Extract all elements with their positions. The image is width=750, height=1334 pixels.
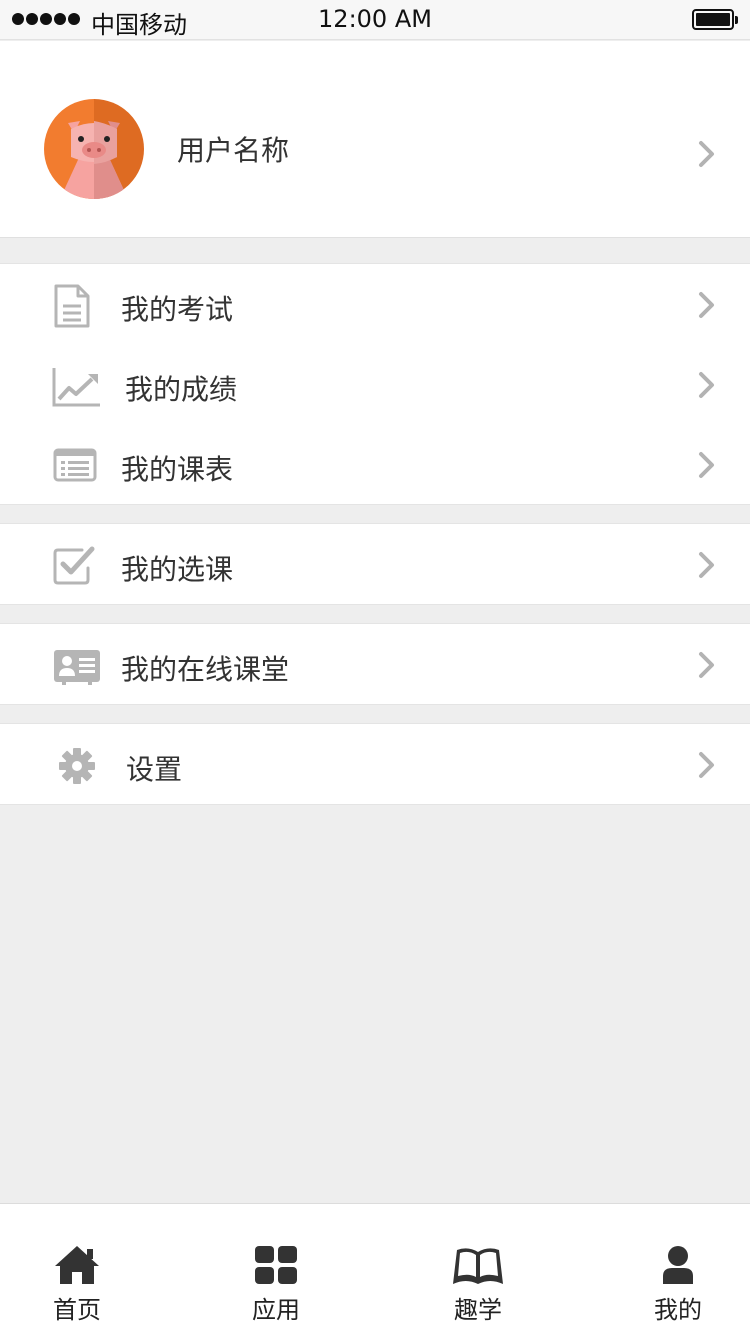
menu-item-my-course-selection[interactable]: 我的选课 <box>0 524 750 604</box>
menu-group-settings: 设置 <box>0 723 750 805</box>
battery-icon <box>692 9 738 30</box>
menu-item-label: 我的考试 <box>121 293 234 326</box>
menu-group-courses: 我的选课 <box>0 523 750 605</box>
timetable-list-icon <box>53 448 97 482</box>
menu-group-records: 我的考试 我的成绩 我的课表 <box>0 263 750 505</box>
exam-document-icon <box>54 284 90 328</box>
menu-item-my-exams[interactable]: 我的考试 <box>0 264 750 344</box>
trend-chart-icon <box>52 368 100 407</box>
grid-apps-icon <box>255 1246 297 1284</box>
checkbox-icon <box>53 546 95 585</box>
pig-avatar-icon <box>44 99 144 199</box>
menu-item-my-grades[interactable]: 我的成绩 <box>0 344 750 424</box>
menu-item-label: 我的在线课堂 <box>121 653 290 686</box>
gear-icon <box>59 748 95 784</box>
menu-item-my-online-classroom[interactable]: 我的在线课堂 <box>0 624 750 704</box>
menu-item-label: 我的课表 <box>121 453 234 486</box>
home-icon <box>55 1246 99 1284</box>
status-bar: 中国移动 12:00 AM <box>0 0 750 40</box>
menu-item-my-timetable[interactable]: 我的课表 <box>0 424 750 504</box>
tab-fun-learning[interactable]: 趣学 <box>398 1204 558 1334</box>
chevron-right-icon <box>699 652 714 678</box>
username: 用户名称 <box>177 134 290 167</box>
tab-label: 趣学 <box>454 1296 502 1324</box>
tab-apps[interactable]: 应用 <box>196 1204 356 1334</box>
person-icon <box>663 1246 693 1284</box>
menu-group-online-class: 我的在线课堂 <box>0 623 750 705</box>
menu-item-settings[interactable]: 设置 <box>0 724 750 804</box>
menu-item-label: 我的成绩 <box>125 373 238 406</box>
tab-label: 我的 <box>654 1296 702 1324</box>
id-card-icon <box>54 650 100 685</box>
chevron-right-icon <box>699 552 714 578</box>
chevron-right-icon <box>699 372 714 398</box>
tab-label: 应用 <box>252 1296 300 1324</box>
chevron-right-icon <box>699 752 714 778</box>
chevron-right-icon <box>699 452 714 478</box>
menu-item-label: 设置 <box>126 753 183 786</box>
tab-label: 首页 <box>53 1296 101 1324</box>
status-time: 12:00 AM <box>318 5 432 33</box>
open-book-icon <box>453 1248 503 1284</box>
chevron-right-icon <box>699 292 714 318</box>
chevron-right-icon <box>699 141 714 167</box>
profile-row[interactable]: 用户名称 <box>0 41 750 238</box>
tab-home[interactable]: 首页 <box>0 1204 157 1334</box>
menu-item-label: 我的选课 <box>121 553 234 586</box>
tab-mine[interactable]: 我的 <box>598 1204 750 1334</box>
bottom-tab-bar: 首页 应用 趣学 我的 <box>0 1203 750 1334</box>
